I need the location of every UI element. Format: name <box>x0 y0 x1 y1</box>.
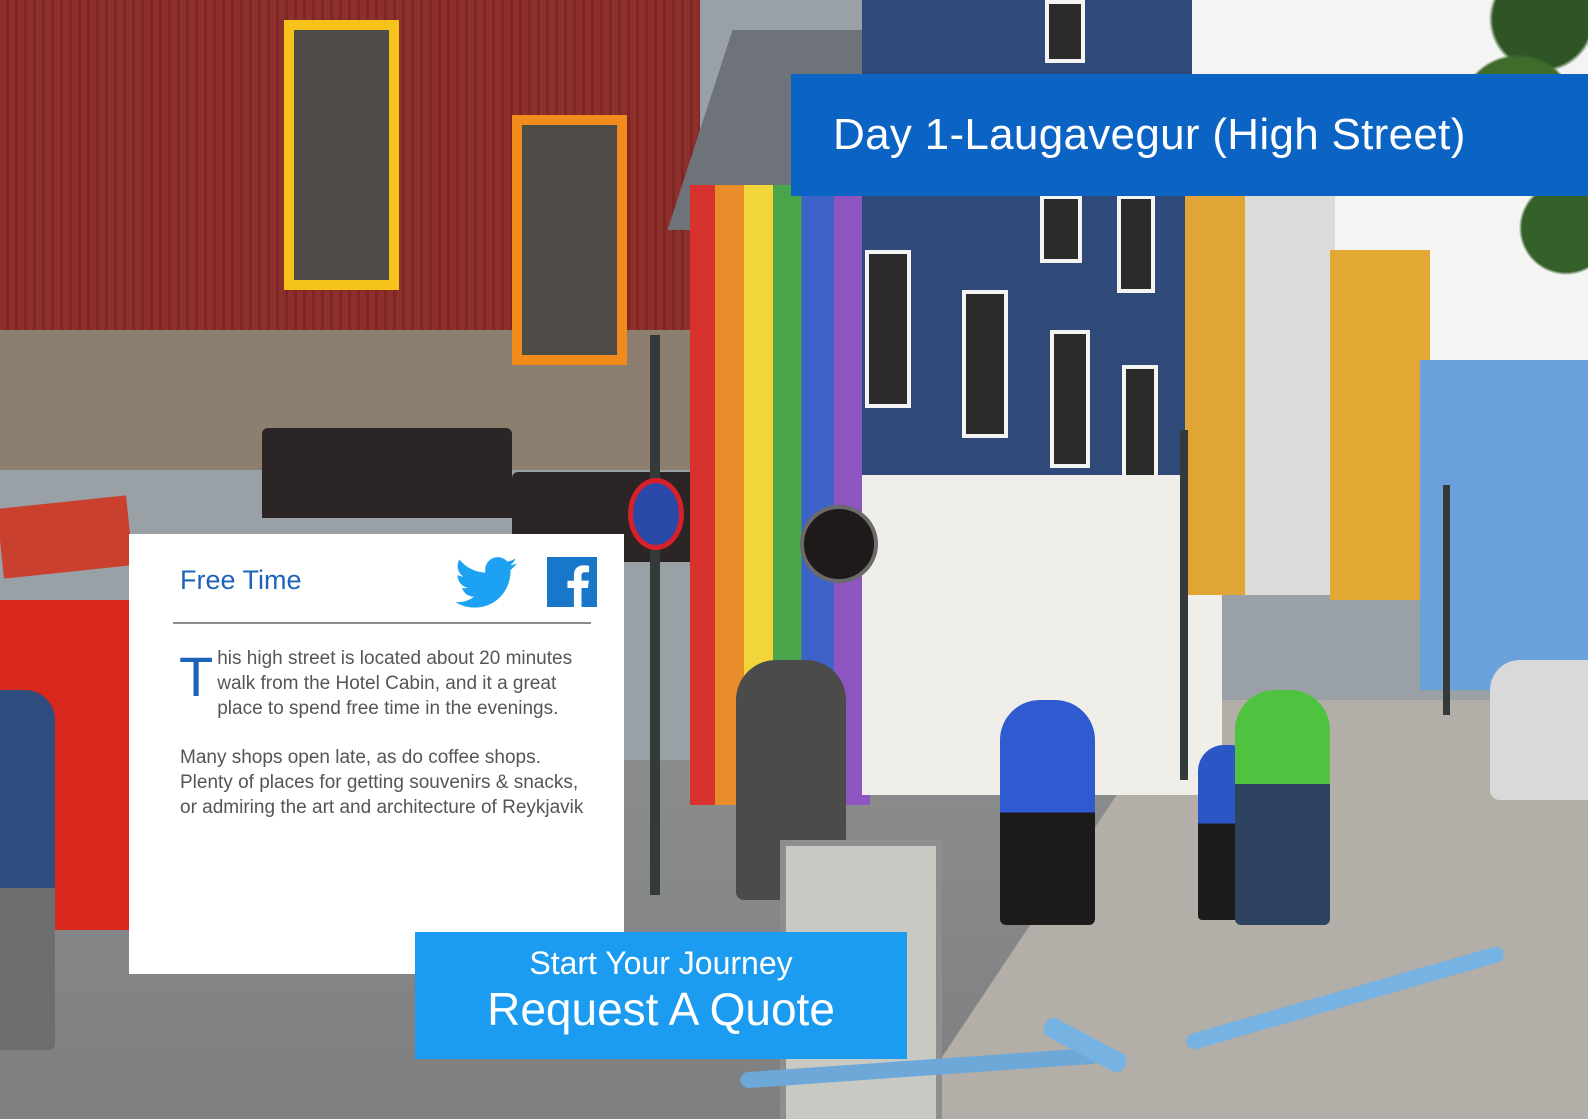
window <box>1122 365 1158 488</box>
request-quote-button[interactable]: Start Your Journey Request A Quote <box>415 932 907 1059</box>
card-heading: Free Time <box>180 565 302 595</box>
divider <box>173 622 591 624</box>
glass-building <box>1245 195 1335 595</box>
street-lamp <box>1180 430 1188 780</box>
paragraph-2: Many shops open late, as do coffee shops… <box>180 747 584 818</box>
pedestrian <box>1235 690 1330 925</box>
info-card: Free Time This high street is located ab… <box>129 534 624 974</box>
window <box>1117 195 1155 293</box>
drop-cap: T <box>179 645 214 708</box>
page-title-banner: Day 1-Laugavegur (High Street) <box>791 74 1588 196</box>
page-title: Day 1-Laugavegur (High Street) <box>833 110 1466 159</box>
cta-subtitle: Start Your Journey <box>529 945 793 981</box>
no-parking-sign <box>628 478 684 550</box>
bar-sign <box>800 505 878 583</box>
window <box>1050 330 1090 468</box>
awning <box>262 428 512 518</box>
twitter-icon[interactable] <box>455 556 517 610</box>
parked-car <box>1490 660 1588 800</box>
paragraph-1-text: his high street is located about 20 minu… <box>217 648 573 719</box>
window <box>865 250 911 408</box>
orange-window <box>512 115 627 365</box>
yellow-house <box>1330 250 1430 600</box>
street-lamp <box>650 335 660 895</box>
window <box>1040 195 1082 263</box>
shop-sign <box>0 495 134 579</box>
cta-label: Request A Quote <box>487 983 835 1035</box>
street-lamp <box>1443 485 1450 715</box>
paragraph-1: This high street is located about 20 min… <box>179 645 590 721</box>
pedestrian <box>1000 700 1095 925</box>
card-body: This high street is located about 20 min… <box>179 645 590 844</box>
facebook-icon[interactable] <box>547 557 597 607</box>
window <box>962 290 1008 438</box>
pedestrian <box>0 690 55 1050</box>
yellow-window <box>284 20 399 290</box>
window <box>1045 0 1085 63</box>
